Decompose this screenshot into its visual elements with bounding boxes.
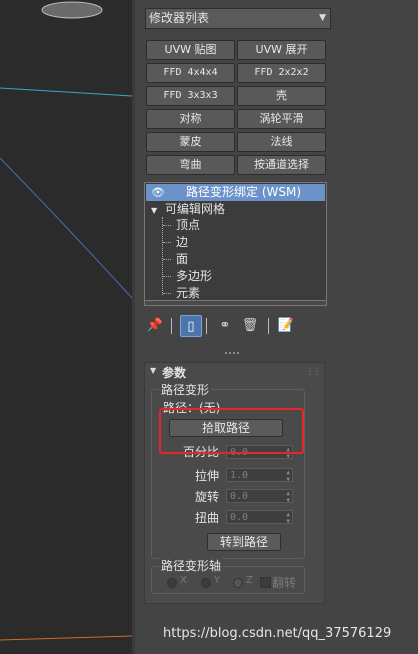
expand-arrow-icon[interactable]: ▼ — [151, 206, 157, 215]
modifier-button-skin[interactable]: 蒙皮 — [146, 132, 235, 152]
modifier-list-value: 修改器列表 — [149, 11, 210, 25]
chevron-down-icon: ▼ — [319, 13, 326, 23]
pin-stack-icon[interactable]: 📌 — [144, 315, 166, 337]
group-axis-title: 路径变形轴 — [159, 557, 224, 574]
twist-value: 0.0 — [230, 512, 249, 523]
spinner-arrows-icon[interactable]: ▲ ▼ — [286, 490, 290, 504]
modifier-button-shell[interactable]: 壳 — [237, 86, 326, 106]
modifier-button-uvw-map[interactable]: UVW 贴图 — [146, 40, 235, 60]
twist-spinner[interactable]: 0.0 ▲ ▼ — [226, 510, 293, 525]
stretch-spinner[interactable]: 1.0 ▲ ▼ — [226, 468, 293, 483]
rotation-value: 0.0 — [230, 491, 249, 502]
modifier-button-ffd-3x3x3[interactable]: FFD 3x3x3 — [146, 86, 235, 106]
tree-line — [162, 217, 164, 295]
watermark: https://blog.csdn.net/qq_37576129 — [163, 626, 392, 641]
tree-tick — [163, 259, 171, 260]
rotation-label: 旋转 — [195, 490, 220, 504]
configure-sets-icon[interactable]: 📝 — [275, 315, 297, 337]
toolbar-divider — [171, 318, 172, 334]
panel-separator[interactable] — [225, 352, 239, 358]
modifier-stack[interactable]: 👁 路径变形绑定 (WSM) ▼ 可编辑网格 顶点 边 面 多边形 元素 — [144, 182, 327, 306]
stretch-value: 1.0 — [230, 470, 249, 481]
eye-icon[interactable]: 👁 — [151, 184, 165, 201]
rollout-title: 参数 — [162, 366, 187, 380]
subobject-face[interactable]: 面 — [176, 251, 188, 268]
make-unique-icon[interactable]: ⚭ — [214, 315, 236, 337]
modifier-button-turbosmooth[interactable]: 涡轮平滑 — [237, 109, 326, 129]
viewport-grid — [0, 1, 132, 641]
remove-modifier-icon[interactable]: 🗑 — [239, 315, 261, 337]
stack-item-base-label: 可编辑网格 — [164, 202, 225, 216]
grip-icon[interactable]: ⋮⋮ — [306, 367, 321, 376]
flip-label: 翻转 — [272, 576, 297, 590]
rotation-spinner[interactable]: 0.0 ▲ ▼ — [226, 489, 293, 504]
stack-toolbar: 📌 ▯ ⚭ 🗑 📝 — [144, 315, 324, 337]
axis-z-label: Z — [246, 575, 253, 586]
modifier-button-bend[interactable]: 弯曲 — [146, 155, 235, 175]
tree-tick — [163, 276, 171, 277]
stack-item-base[interactable]: ▼ 可编辑网格 — [151, 201, 225, 218]
group-path-deform-title: 路径变形 — [159, 381, 212, 398]
tree-tick — [163, 242, 171, 243]
viewport[interactable] — [0, 0, 132, 654]
spinner-arrows-icon[interactable]: ▲ ▼ — [286, 511, 290, 525]
modifier-button-select-by-channel[interactable]: 按通道选择 — [237, 155, 326, 175]
subobject-vertex[interactable]: 顶点 — [176, 217, 200, 234]
toolbar-divider — [268, 318, 269, 334]
modifier-button-ffd-4x4x4[interactable]: FFD 4x4x4 — [146, 63, 235, 83]
modifier-list-dropdown[interactable]: 修改器列表 ▼ — [145, 8, 331, 29]
annotation-highlight-box — [159, 408, 304, 454]
axis-z-radio[interactable] — [233, 578, 243, 588]
stack-scrollbar[interactable] — [145, 300, 326, 305]
toolbar-divider — [206, 318, 207, 334]
stretch-label: 拉伸 — [195, 469, 220, 483]
parameters-rollout: ⋮⋮ ▼ 参数 路径变形 路径：(无) 拾取路径 百分比 0.0 ▲ ▼ 拉伸 1… — [144, 362, 325, 604]
axis-x-label: X — [180, 575, 187, 586]
axis-y-radio[interactable] — [201, 578, 211, 588]
spinner-arrows-icon[interactable]: ▲ ▼ — [286, 469, 290, 483]
move-to-path-button[interactable]: 转到路径 — [207, 533, 281, 551]
modifier-button-symmetry[interactable]: 对称 — [146, 109, 235, 129]
stack-item-selected[interactable]: 👁 路径变形绑定 (WSM) — [146, 184, 325, 201]
modify-panel: 修改器列表 ▼ UVW 贴图 UVW 展开 FFD 4x4x4 FFD 2x2x… — [135, 0, 418, 654]
show-end-result-icon[interactable]: ▯ — [180, 315, 202, 337]
subobject-polygon[interactable]: 多边形 — [176, 268, 212, 285]
modifier-button-normal[interactable]: 法线 — [237, 132, 326, 152]
axis-y-label: Y — [214, 575, 221, 586]
modifier-button-uvw-unwrap[interactable]: UVW 展开 — [237, 40, 326, 60]
modifier-button-ffd-2x2x2[interactable]: FFD 2x2x2 — [237, 63, 326, 83]
subobject-edge[interactable]: 边 — [176, 234, 188, 251]
tree-tick — [163, 225, 171, 226]
twist-label: 扭曲 — [195, 511, 220, 525]
stack-item-label: 路径变形绑定 (WSM) — [186, 185, 302, 199]
flip-checkbox[interactable] — [260, 577, 271, 588]
axis-x-radio[interactable] — [167, 578, 177, 588]
tree-tick — [163, 293, 171, 294]
collapse-arrow-icon[interactable]: ▼ — [150, 366, 156, 375]
